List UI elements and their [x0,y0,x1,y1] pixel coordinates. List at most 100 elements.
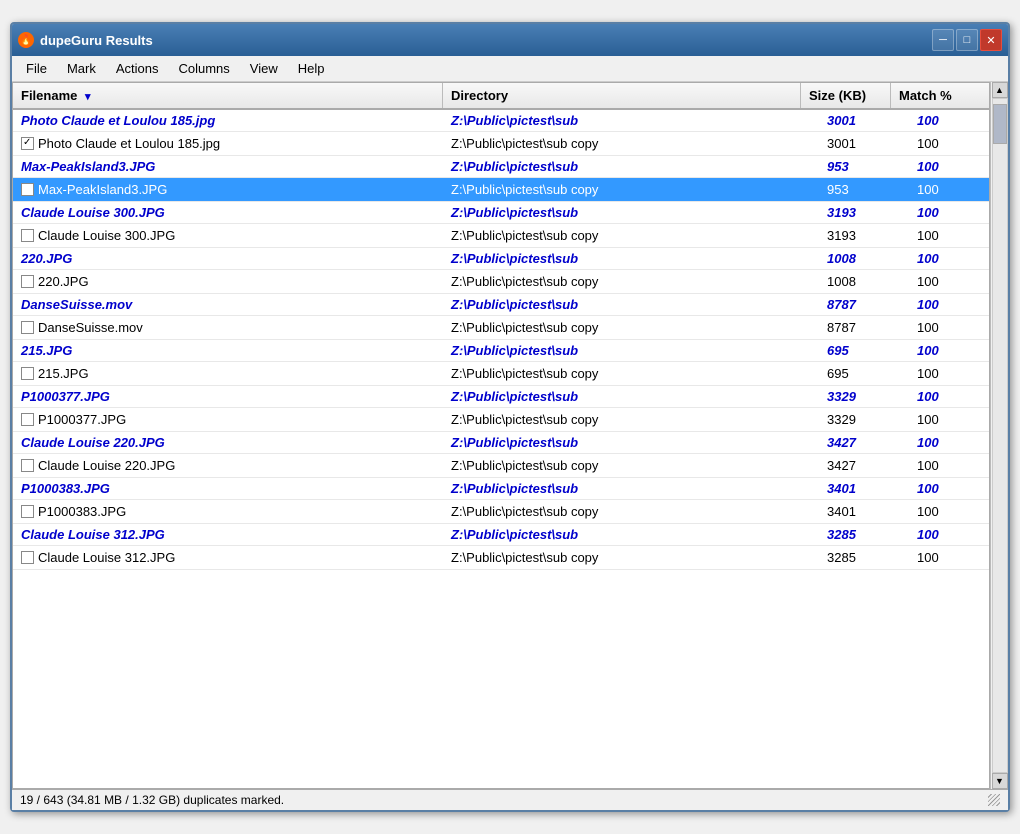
cell-match: 100 [909,456,989,475]
table-row[interactable]: Photo Claude et Loulou 185.jpgZ:\Public\… [13,132,989,156]
table-row[interactable]: 220.JPGZ:\Public\pictest\sub copy1008100 [13,270,989,294]
filename-label: DanseSuisse.mov [38,320,143,335]
table-row[interactable]: P1000383.JPGZ:\Public\pictest\sub3401100 [13,478,989,500]
main-window: 🔥 dupeGuru Results ─ □ ✕ File Mark Actio… [10,22,1010,812]
scroll-down-button[interactable]: ▼ [992,773,1008,789]
cell-match: 100 [909,410,989,429]
cell-filename: Claude Louise 220.JPG [13,433,443,452]
title-bar-left: 🔥 dupeGuru Results [18,32,153,48]
filename-label: 215.JPG [38,366,89,381]
table-row[interactable]: Claude Louise 220.JPG Z:\Public\pictest\s… [13,454,989,478]
status-text: 19 / 643 (34.81 MB / 1.32 GB) duplicates… [20,793,284,807]
cell-directory: Z:\Public\pictest\sub copy [443,180,819,199]
cell-size: 8787 [819,295,909,314]
cell-filename: P1000383.JPG [13,500,443,523]
cell-filename: Claude Louise 312.JPG [13,546,443,569]
cell-size: 3329 [819,387,909,406]
menu-mark[interactable]: Mark [57,59,106,78]
cell-match: 100 [909,295,989,314]
cell-size: 3001 [819,111,909,130]
table-row[interactable]: DanseSuisse.movZ:\Public\pictest\sub8787… [13,294,989,316]
window-title: dupeGuru Results [40,33,153,48]
minimize-button[interactable]: ─ [932,29,954,51]
menu-view[interactable]: View [240,59,288,78]
cell-size: 3193 [819,203,909,222]
menu-help[interactable]: Help [288,59,335,78]
cell-match: 100 [909,203,989,222]
cell-filename: DanseSuisse.mov [13,295,443,314]
status-bar: 19 / 643 (34.81 MB / 1.32 GB) duplicates… [12,789,1008,810]
row-checkbox[interactable] [21,367,34,380]
table-row[interactable]: P1000377.JPGZ:\Public\pictest\sub copy33… [13,408,989,432]
filename-label: Claude Louise 220.JPG [38,458,175,473]
cell-match: 100 [909,433,989,452]
row-checkbox[interactable] [21,459,34,472]
cell-size: 3427 [819,456,909,475]
cell-filename: P1000377.JPG [13,387,443,406]
scroll-track[interactable] [992,98,1008,773]
table-body: Photo Claude et Loulou 185.jpg Z:\Public\… [13,110,989,788]
cell-match: 100 [909,111,989,130]
cell-match: 100 [909,157,989,176]
close-button[interactable]: ✕ [980,29,1002,51]
scroll-up-button[interactable]: ▲ [992,82,1008,98]
cell-directory: Z:\Public\pictest\sub [443,433,819,452]
cell-filename: Photo Claude et Loulou 185.jpg [13,111,443,130]
filename-label: 220.JPG [38,274,89,289]
table-row[interactable]: Claude Louise 300.JPGZ:\Public\pictest\s… [13,224,989,248]
maximize-button[interactable]: □ [956,29,978,51]
cell-size: 8787 [819,318,909,337]
table-row[interactable]: DanseSuisse.movZ:\Public\pictest\sub cop… [13,316,989,340]
cell-match: 100 [909,134,989,153]
cell-directory: Z:\Public\pictest\sub copy [443,364,819,383]
col-header-match[interactable]: Match % [891,83,971,108]
table-row[interactable]: 215.JPGZ:\Public\pictest\sub695100 [13,340,989,362]
cell-filename: 220.JPG [13,270,443,293]
menu-actions[interactable]: Actions [106,59,169,78]
table-row[interactable]: Max-PeakIsland3.JPG Z:\Public\pictest\sub… [13,178,989,202]
cell-filename: Claude Louise 220.JPG [13,454,443,477]
table-row[interactable]: Claude Louise 220.JPGZ:\Public\pictest\s… [13,432,989,454]
cell-match: 100 [909,364,989,383]
table-row[interactable]: 215.JPGZ:\Public\pictest\sub copy695100 [13,362,989,386]
table-row[interactable]: Claude Louise 312.JPGZ:\Public\pictest\s… [13,546,989,570]
table-row[interactable]: Max-PeakIsland3.JPGZ:\Public\pictest\sub… [13,156,989,178]
filename-label: Max-PeakIsland3.JPG [38,182,167,197]
scrollbar: ▲ ▼ [990,82,1008,789]
table-row[interactable]: Claude Louise 300.JPGZ:\Public\pictest\s… [13,202,989,224]
filename-label: P1000383.JPG [38,504,126,519]
cell-size: 3193 [819,226,909,245]
table-row[interactable]: Claude Louise 312.JPGZ:\Public\pictest\s… [13,524,989,546]
row-checkbox[interactable] [21,183,34,196]
cell-match: 100 [909,318,989,337]
cell-match: 100 [909,387,989,406]
cell-size: 3401 [819,502,909,521]
cell-directory: Z:\Public\pictest\sub copy [443,548,819,567]
title-bar: 🔥 dupeGuru Results ─ □ ✕ [12,24,1008,56]
cell-directory: Z:\Public\pictest\sub copy [443,456,819,475]
col-header-directory[interactable]: Directory [443,83,801,108]
menu-columns[interactable]: Columns [168,59,239,78]
table-row[interactable]: 220.JPGZ:\Public\pictest\sub1008100 [13,248,989,270]
row-checkbox[interactable] [21,229,34,242]
cell-filename: Max-PeakIsland3.JPG [13,178,443,201]
row-checkbox[interactable] [21,137,34,150]
menu-file[interactable]: File [16,59,57,78]
cell-filename: P1000383.JPG [13,479,443,498]
cell-match: 100 [909,180,989,199]
row-checkbox[interactable] [21,321,34,334]
col-header-size[interactable]: Size (KB) [801,83,891,108]
row-checkbox[interactable] [21,413,34,426]
row-checkbox[interactable] [21,551,34,564]
scroll-thumb[interactable] [993,104,1007,144]
row-checkbox[interactable] [21,275,34,288]
cell-directory: Z:\Public\pictest\sub [443,203,819,222]
table-row[interactable]: P1000377.JPGZ:\Public\pictest\sub3329100 [13,386,989,408]
row-checkbox[interactable] [21,505,34,518]
col-header-filename[interactable]: Filename ▾ [13,83,443,108]
table-row[interactable]: Photo Claude et Loulou 185.jpgZ:\Public\… [13,110,989,132]
cell-size: 953 [819,157,909,176]
table-row[interactable]: P1000383.JPGZ:\Public\pictest\sub copy34… [13,500,989,524]
cell-size: 3285 [819,548,909,567]
cell-match: 100 [909,249,989,268]
